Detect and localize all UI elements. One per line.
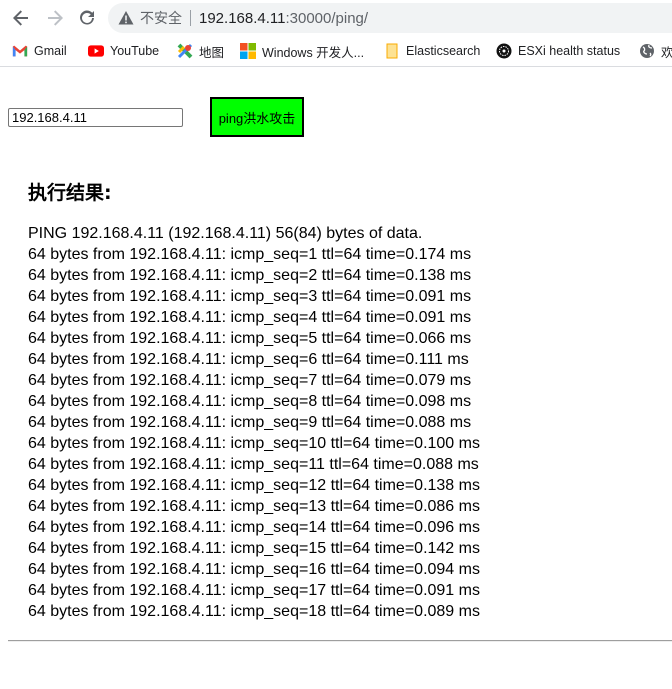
ping-reply-line: 64 bytes from 192.168.4.11: icmp_seq=11 … — [28, 456, 479, 473]
reload-icon — [80, 10, 94, 25]
result-heading: 执行结果: — [28, 182, 112, 204]
folder-icon — [384, 43, 400, 59]
ping-reply-line: 64 bytes from 192.168.4.11: icmp_seq=7 t… — [28, 372, 472, 389]
bookmarks-bar: Gmail YouTube 地图 Windows 开发人... Elastics… — [0, 36, 672, 67]
bookmark-elasticsearch[interactable]: Elasticsearch — [384, 41, 480, 61]
ping-reply-line: 64 bytes from 192.168.4.11: icmp_seq=2 t… — [28, 267, 472, 284]
bookmark-esxi[interactable]: ESXi health status — [496, 41, 620, 61]
ping-reply-line: 64 bytes from 192.168.4.11: icmp_seq=1 t… — [28, 246, 472, 263]
gmail-icon — [12, 43, 28, 59]
address-bar[interactable]: 不安全 192.168.4.11:30000/ping/ — [108, 3, 672, 33]
ping-reply-line: 64 bytes from 192.168.4.11: icmp_seq=15 … — [28, 540, 480, 557]
bookmark-maps[interactable]: 地图 — [177, 41, 224, 61]
esxi-icon — [496, 43, 512, 59]
url-path[interactable]: :30000/ping/ — [285, 10, 368, 27]
warning-triangle-icon[interactable] — [118, 10, 134, 26]
windows-icon — [240, 43, 256, 59]
globe-icon — [639, 43, 655, 59]
ping-reply-line: 64 bytes from 192.168.4.11: icmp_seq=3 t… — [28, 288, 472, 305]
ping-flood-button[interactable]: ping洪水攻击 — [210, 97, 304, 137]
bookmark-label: Windows 开发人... — [262, 45, 365, 60]
back-arrow-icon — [13, 10, 28, 26]
ping-reply-line: 64 bytes from 192.168.4.11: icmp_seq=12 … — [28, 477, 480, 494]
forward-button[interactable] — [43, 6, 67, 30]
ping-reply-line: 64 bytes from 192.168.4.11: icmp_seq=8 t… — [28, 393, 472, 410]
bookmark-label: YouTube — [110, 44, 160, 58]
youtube-icon — [88, 43, 104, 59]
bookmark-gmail[interactable]: Gmail — [12, 41, 67, 61]
browser-toolbar: 不安全 192.168.4.11:30000/ping/ — [0, 0, 672, 36]
reload-button[interactable] — [75, 6, 99, 30]
url-host[interactable]: 192.168.4.11 — [199, 10, 285, 27]
ping-reply-line: 64 bytes from 192.168.4.11: icmp_seq=9 t… — [28, 414, 472, 431]
horizontal-rule — [8, 640, 672, 642]
ping-reply-line: 64 bytes from 192.168.4.11: icmp_seq=14 … — [28, 519, 480, 536]
ping-header-line: PING 192.168.4.11 (192.168.4.11) 56(84) … — [28, 225, 423, 242]
bookmark-label: 欢 — [661, 45, 672, 60]
address-divider — [190, 10, 191, 26]
ping-reply-line: 64 bytes from 192.168.4.11: icmp_seq=6 t… — [28, 351, 469, 368]
ping-reply-line: 64 bytes from 192.168.4.11: icmp_seq=5 t… — [28, 330, 472, 347]
forward-arrow-icon — [48, 10, 63, 26]
ping-reply-line: 64 bytes from 192.168.4.11: icmp_seq=18 … — [28, 603, 480, 620]
ping-reply-line: 64 bytes from 192.168.4.11: icmp_seq=17 … — [28, 582, 480, 599]
bookmark-label: Elasticsearch — [406, 44, 481, 58]
bookmark-youtube[interactable]: YouTube — [88, 41, 159, 61]
bookmark-label: ESXi health status — [518, 44, 621, 58]
ping-reply-line: 64 bytes from 192.168.4.11: icmp_seq=10 … — [28, 435, 480, 452]
back-button[interactable] — [9, 6, 33, 30]
bookmark-windows[interactable]: Windows 开发人... — [240, 41, 364, 61]
ping-reply-line: 64 bytes from 192.168.4.11: icmp_seq=13 … — [28, 498, 480, 515]
ping-output: PING 192.168.4.11 (192.168.4.11) 56(84) … — [28, 223, 480, 622]
bookmark-label: Gmail — [34, 44, 67, 58]
bookmark-globe[interactable]: 欢 — [639, 41, 672, 61]
ip-address-input[interactable] — [8, 108, 183, 127]
maps-icon — [177, 43, 193, 59]
security-status[interactable]: 不安全 — [140, 8, 182, 28]
bookmark-label: 地图 — [199, 45, 225, 60]
ping-reply-line: 64 bytes from 192.168.4.11: icmp_seq=4 t… — [28, 309, 472, 326]
ping-reply-line: 64 bytes from 192.168.4.11: icmp_seq=16 … — [28, 561, 480, 578]
